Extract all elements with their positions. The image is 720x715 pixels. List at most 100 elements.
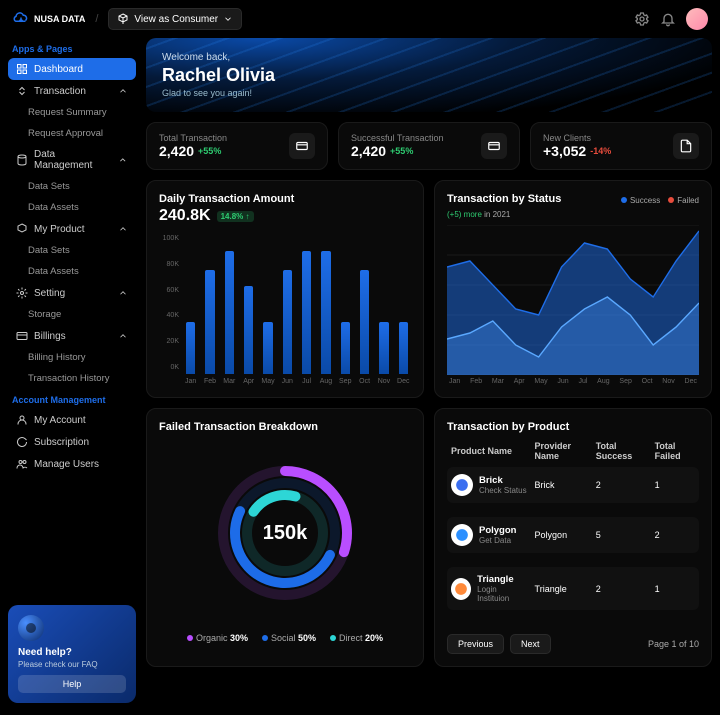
page-info: Page 1 of 10	[648, 639, 699, 649]
status-x-axis: JanFebMarAprMayJunJulAugSepOctNovDec	[447, 378, 699, 385]
product-table: Product NameProvider NameTotal SuccessTo…	[447, 435, 699, 624]
daily-bar-chart: 100K80K60K40K20K0K JanFebMarAprMayJunJul…	[159, 235, 411, 385]
table-row[interactable]: TriangleLogin InstituionTriangle21	[447, 567, 699, 610]
bar	[186, 322, 195, 374]
sidebar-item-data-management[interactable]: Data Management	[8, 144, 136, 176]
product-icon	[451, 578, 471, 600]
product-icon	[451, 474, 473, 496]
sidebar-item-mp-data-assets[interactable]: Data Assets	[8, 261, 136, 282]
sidebar-section-account: Account Management	[8, 389, 136, 409]
product-sub: Get Data	[479, 536, 516, 545]
next-button[interactable]: Next	[510, 634, 551, 654]
x-label: May	[261, 378, 274, 385]
product-table-card: Transaction by Product Product NameProvi…	[434, 408, 712, 667]
help-orb-icon	[18, 615, 44, 641]
bar-column: Apr	[241, 235, 256, 385]
legend-item: Social 50%	[262, 633, 316, 643]
product-sub: Login Instituion	[477, 585, 526, 603]
kpi-delta: -14%	[590, 146, 611, 156]
sidebar-item-billings[interactable]: Billings	[8, 325, 136, 347]
grid-icon	[16, 63, 28, 75]
chevron-up-icon	[118, 288, 128, 298]
doc-icon	[673, 133, 699, 159]
sidebar-item-data-assets[interactable]: Data Assets	[8, 197, 136, 218]
bar	[263, 322, 272, 374]
dot-icon	[330, 635, 336, 641]
gear-icon	[16, 287, 28, 299]
view-as-dropdown[interactable]: View as Consumer	[108, 8, 242, 30]
gear-icon[interactable]	[634, 11, 650, 27]
bell-icon[interactable]	[660, 11, 676, 27]
pagination: Previous Next Page 1 of 10	[447, 634, 699, 654]
failed-breakdown-card: Failed Transaction Breakdown 150k Organi…	[146, 408, 424, 667]
bar-column: Sep	[338, 235, 353, 385]
table-header-cell: Provider Name	[531, 435, 592, 467]
status-title: Transaction by Status	[447, 193, 561, 205]
success-cell: 2	[592, 567, 651, 610]
help-title: Need help?	[18, 647, 126, 658]
sidebar-item-request-summary[interactable]: Request Summary	[8, 102, 136, 123]
sidebar-item-my-account[interactable]: My Account	[8, 409, 136, 431]
bar	[321, 251, 330, 375]
sidebar: Apps & Pages Dashboard Transaction Reque…	[8, 38, 136, 703]
sidebar-item-transaction-history[interactable]: Transaction History	[8, 368, 136, 389]
help-card: Need help? Please check our FAQ Help	[8, 605, 136, 703]
sidebar-item-setting[interactable]: Setting	[8, 282, 136, 304]
sidebar-item-subscription[interactable]: Subscription	[8, 431, 136, 453]
dot-icon	[668, 197, 674, 203]
table-header: Product NameProvider NameTotal SuccessTo…	[447, 435, 699, 467]
refresh-icon	[16, 436, 28, 448]
avatar[interactable]	[686, 8, 708, 30]
table-header-cell: Total Failed	[651, 435, 699, 467]
sidebar-item-storage[interactable]: Storage	[8, 304, 136, 325]
sidebar-item-mp-data-sets[interactable]: Data Sets	[8, 240, 136, 261]
help-button[interactable]: Help	[18, 675, 126, 693]
bar-column: Nov	[376, 235, 391, 385]
x-label: Oct	[359, 378, 370, 385]
failed-cell: 1	[651, 467, 699, 503]
box-icon	[16, 223, 28, 235]
daily-title: Daily Transaction Amount	[159, 193, 411, 205]
sidebar-item-manage-users[interactable]: Manage Users	[8, 453, 136, 475]
table-header-cell: Product Name	[447, 435, 531, 467]
status-chart-card: Transaction by Status Success Failed (+5…	[434, 180, 712, 398]
product-sub: Check Status	[479, 486, 527, 495]
database-icon	[16, 154, 28, 166]
provider-cell: Polygon	[531, 517, 592, 553]
sidebar-item-dashboard[interactable]: Dashboard	[8, 58, 136, 80]
donut-legend: Organic 30%Social 50%Direct 20%	[159, 633, 411, 643]
x-label: Dec	[397, 378, 409, 385]
kpi-label: Successful Transaction	[351, 133, 444, 143]
wallet-icon	[289, 133, 315, 159]
hero-glad: Glad to see you again!	[162, 88, 696, 98]
bar-column: Mar	[222, 235, 237, 385]
product-title: Transaction by Product	[447, 421, 699, 433]
kpi-label: New Clients	[543, 133, 611, 143]
daily-chart-card: Daily Transaction Amount 240.8K14.8% ↑ 1…	[146, 180, 424, 398]
x-label: Jun	[282, 378, 293, 385]
product-name: Polygon	[479, 525, 516, 536]
kpi-value: +3,052 -14%	[543, 143, 611, 159]
x-label: Aug	[320, 378, 332, 385]
donut-center-value: 150k	[195, 443, 375, 623]
sidebar-item-transaction[interactable]: Transaction	[8, 80, 136, 102]
chevron-up-icon	[118, 86, 128, 96]
kpi-label: Total Transaction	[159, 133, 227, 143]
x-label: Feb	[204, 378, 216, 385]
status-area-chart	[447, 225, 699, 375]
legend-item: Organic 30%	[187, 633, 248, 643]
sidebar-item-my-product[interactable]: My Product	[8, 218, 136, 240]
x-label: Sep	[339, 378, 351, 385]
dot-icon	[187, 635, 193, 641]
table-row[interactable]: BrickCheck StatusBrick21	[447, 467, 699, 503]
sidebar-item-request-approval[interactable]: Request Approval	[8, 123, 136, 144]
table-row[interactable]: PolygonGet DataPolygon52	[447, 517, 699, 553]
prev-button[interactable]: Previous	[447, 634, 504, 654]
kpi-value: 2,420 +55%	[159, 143, 227, 159]
daily-badge: 14.8% ↑	[217, 211, 254, 222]
x-label: Mar	[223, 378, 235, 385]
sidebar-item-billing-history[interactable]: Billing History	[8, 347, 136, 368]
provider-cell: Brick	[531, 467, 592, 503]
sidebar-item-data-sets[interactable]: Data Sets	[8, 176, 136, 197]
card-icon	[16, 330, 28, 342]
